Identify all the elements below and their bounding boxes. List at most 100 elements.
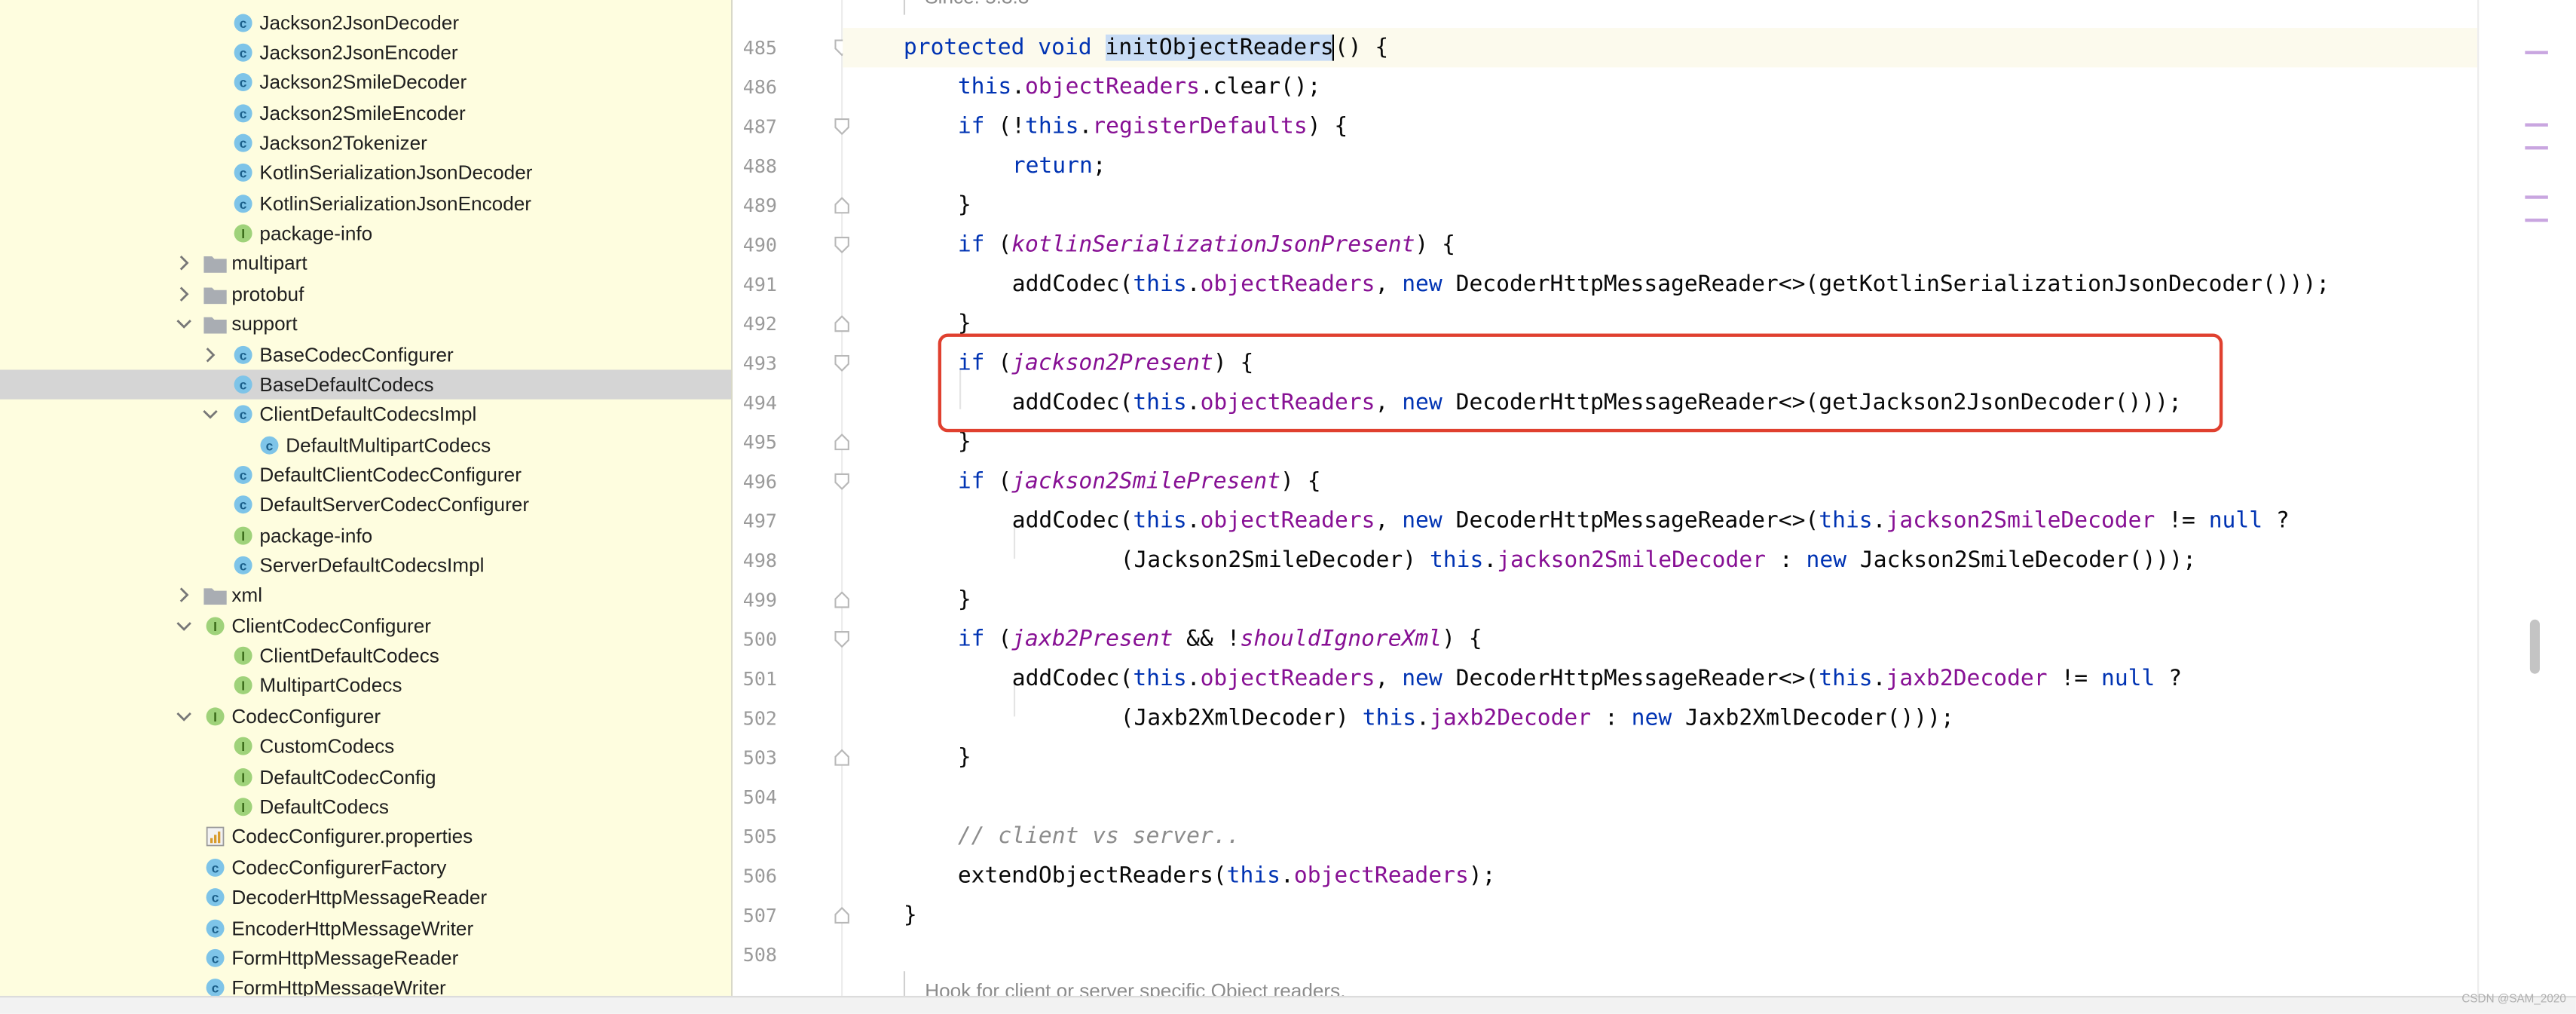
tree-item[interactable]: I DefaultCodecs (0, 792, 731, 822)
gutter-line[interactable]: 491 (733, 265, 841, 304)
code-line[interactable]: protected void initObjectReaders() { (843, 28, 2560, 68)
tree-item[interactable]: c Jackson2JsonDecoder (0, 8, 731, 38)
code-editor[interactable]: 485 486 487 488 489 490 491 492 493 494 … (733, 0, 2576, 996)
gutter-line[interactable]: 497 (733, 501, 841, 541)
tree-item[interactable]: I ClientDefaultCodecs (0, 641, 731, 670)
vertical-scrollbar-thumb[interactable] (2529, 619, 2540, 674)
code-line[interactable]: } (843, 580, 2559, 619)
gutter-line[interactable]: 502 (733, 698, 841, 737)
tree-item[interactable]: I CodecConfigurer (0, 702, 731, 731)
tree-item[interactable]: c FormHttpMessageWriter (0, 973, 731, 996)
chevron-down-icon[interactable] (176, 316, 192, 332)
code-line[interactable]: addCodec(this.objectReaders, new Decoder… (843, 659, 2559, 698)
gutter-line[interactable]: 487 (733, 107, 849, 146)
gutter-line[interactable]: 500 (733, 620, 849, 659)
tree-item[interactable]: c BaseCodecConfigurer (0, 340, 731, 369)
code-line[interactable]: addCodec(this.objectReaders, new Decoder… (843, 501, 2559, 541)
tree-item[interactable]: I ClientCodecConfigurer (0, 611, 731, 641)
tree-item[interactable]: c DecoderHttpMessageReader (0, 883, 731, 912)
tree-folder[interactable]: protobuf (0, 280, 731, 309)
project-tree[interactable]: c Jackson2JsonDecoder c Jackson2JsonEnco… (0, 0, 733, 996)
gutter-line[interactable]: 498 (733, 541, 841, 580)
code-line[interactable]: addCodec(this.objectReaders, new Decoder… (843, 265, 2559, 304)
stripe-marker[interactable] (2525, 218, 2548, 222)
code-line[interactable]: if (jaxb2Present && !shouldIgnoreXml) { (843, 620, 2559, 659)
gutter-line[interactable]: 492 (733, 304, 849, 343)
gutter-line[interactable]: 501 (733, 659, 841, 698)
tree-item[interactable]: c ClientDefaultCodecsImpl (0, 400, 731, 429)
tree-item[interactable]: I package-info (0, 521, 731, 550)
code-line[interactable]: this.objectReaders.clear(); (843, 67, 2559, 106)
stripe-marker[interactable] (2525, 123, 2548, 127)
gutter-line[interactable]: 506 (733, 856, 841, 896)
tree-item[interactable]: c FormHttpMessageReader (0, 943, 731, 973)
code-line[interactable]: } (843, 185, 2559, 225)
tree-item[interactable]: c EncoderHttpMessageWriter (0, 914, 731, 943)
tree-folder[interactable]: multipart (0, 248, 731, 277)
tree-item[interactable]: c ServerDefaultCodecsImpl (0, 550, 731, 580)
tree-item[interactable]: c CodecConfigurerFactory (0, 853, 731, 882)
gutter-line[interactable]: 496 (733, 462, 849, 501)
code-area[interactable]: Since: 5.3.3 protected void initObjectRe… (843, 0, 2560, 996)
horizontal-scrollbar[interactable] (0, 995, 2576, 1014)
tree-item[interactable]: CodecConfigurer.properties (0, 822, 731, 851)
tree-item[interactable]: c KotlinSerializationJsonDecoder (0, 158, 731, 187)
gutter-line[interactable]: 507 (733, 896, 849, 935)
tree-item[interactable]: c Jackson2SmileDecoder (0, 67, 731, 96)
tree-item[interactable]: I CustomCodecs (0, 731, 731, 761)
code-line[interactable]: if (jackson2SmilePresent) { (843, 462, 2559, 501)
gutter-line[interactable]: 493 (733, 344, 849, 383)
tree-item[interactable]: c Jackson2Tokenizer (0, 128, 731, 158)
tree-item-selected[interactable]: c BaseDefaultCodecs (0, 369, 732, 400)
line-gutter[interactable]: 485 486 487 488 489 490 491 492 493 494 … (733, 0, 880, 996)
gutter-line[interactable]: 508 (733, 935, 841, 974)
gutter-line[interactable]: 503 (733, 738, 849, 777)
error-stripe[interactable] (2477, 0, 2576, 996)
tree-item[interactable]: c Jackson2SmileEncoder (0, 99, 731, 128)
chevron-right-icon[interactable] (176, 255, 192, 271)
gutter-line[interactable]: 488 (733, 146, 841, 185)
gutter-line[interactable]: 494 (733, 383, 841, 422)
code-line[interactable]: (Jaxb2XmlDecoder) this.jaxb2Decoder : ne… (843, 698, 2559, 737)
chevron-down-icon[interactable] (176, 618, 192, 635)
stripe-marker[interactable] (2525, 195, 2548, 199)
code-line[interactable]: if (!this.registerDefaults) { (843, 107, 2559, 146)
chevron-right-icon[interactable] (202, 347, 219, 363)
tree-item[interactable]: I MultipartCodecs (0, 670, 731, 700)
tree-item[interactable]: c Jackson2JsonEncoder (0, 38, 731, 67)
code-line[interactable] (843, 777, 2559, 816)
gutter-line[interactable]: 495 (733, 422, 849, 461)
code-line[interactable]: if (kotlinSerializationJsonPresent) { (843, 225, 2559, 265)
stripe-marker[interactable] (2525, 146, 2548, 150)
gutter-line[interactable]: 486 (733, 67, 841, 106)
gutter-line[interactable]: 489 (733, 185, 849, 225)
tree-item-label: MultipartCodecs (259, 673, 402, 697)
chevron-down-icon[interactable] (202, 406, 219, 422)
gutter-line[interactable]: 504 (733, 777, 841, 816)
code-line[interactable]: (Jackson2SmileDecoder) this.jackson2Smil… (843, 541, 2559, 580)
tree-item[interactable]: c DefaultMultipartCodecs (0, 430, 731, 460)
chevron-right-icon[interactable] (176, 286, 192, 302)
tree-item[interactable]: I package-info (0, 219, 731, 248)
tree-item[interactable]: c KotlinSerializationJsonEncoder (0, 189, 731, 219)
gutter-line[interactable]: 499 (733, 580, 849, 619)
code-line[interactable]: return; (843, 146, 2559, 185)
tree-item-label: CodecConfigurer (231, 705, 381, 728)
code-line[interactable]: } (843, 896, 2559, 935)
chevron-down-icon[interactable] (176, 708, 192, 725)
gutter-line[interactable]: 485 (733, 28, 880, 67)
gutter-line[interactable]: 505 (733, 816, 841, 856)
tree-item[interactable]: c DefaultServerCodecConfigurer (0, 490, 731, 519)
stripe-marker[interactable] (2525, 51, 2548, 54)
code-line[interactable] (843, 935, 2559, 974)
code-line[interactable]: } (843, 738, 2559, 777)
tree-item[interactable]: c DefaultClientCodecConfigurer (0, 460, 731, 489)
gutter-line[interactable]: 490 (733, 225, 849, 265)
tree-folder[interactable]: xml (0, 580, 731, 609)
code-line[interactable]: extendObjectReaders(this.objectReaders); (843, 856, 2559, 896)
tree-folder[interactable]: support (0, 309, 731, 339)
chevron-right-icon[interactable] (176, 587, 192, 603)
tree-item[interactable]: I DefaultCodecConfig (0, 762, 731, 792)
code-line[interactable]: // client vs server.. (843, 816, 2559, 856)
svg-text:c: c (240, 558, 247, 573)
